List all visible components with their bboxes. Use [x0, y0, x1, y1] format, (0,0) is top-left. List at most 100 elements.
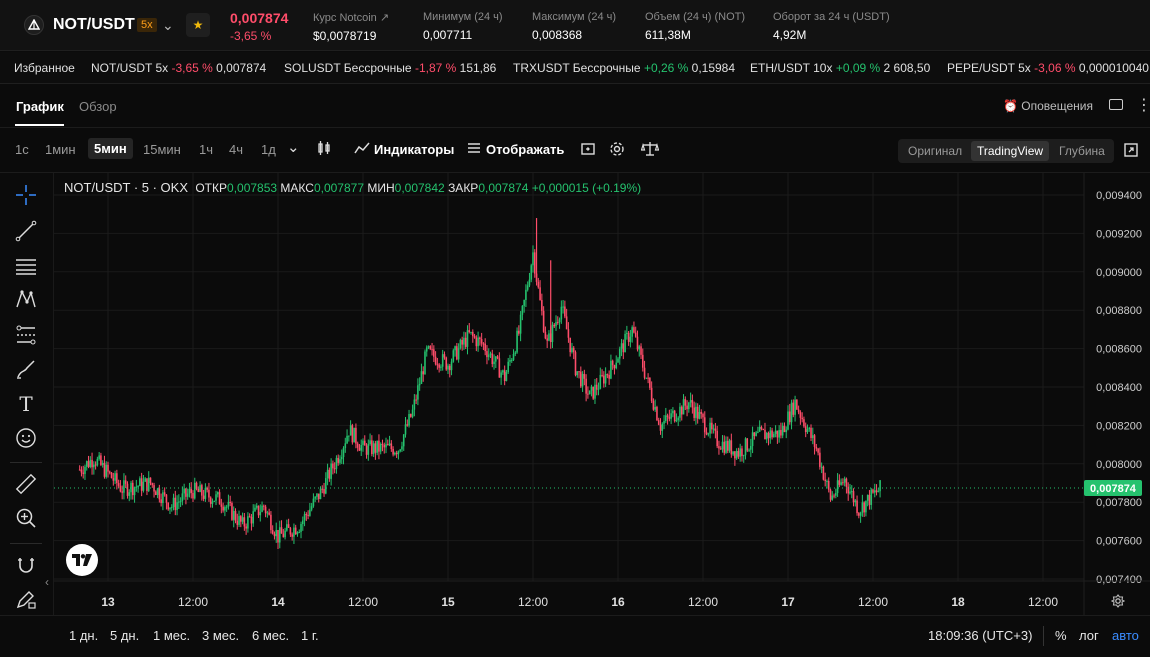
candle-body	[645, 377, 648, 379]
candle-body	[808, 427, 811, 430]
range-5d[interactable]: 5 дн.	[110, 628, 139, 643]
candle-body	[822, 466, 825, 480]
ruler-icon[interactable]	[14, 472, 38, 496]
magnet-icon[interactable]	[14, 553, 38, 577]
timeframe-5min[interactable]: 5мин	[88, 138, 133, 159]
bottom-bar: 1 дн. 5 дн. 1 мес. 3 мес. 6 мес. 1 г. 18…	[0, 615, 1150, 657]
auto-scale-toggle[interactable]: авто	[1112, 628, 1139, 643]
candle-body	[521, 305, 524, 315]
candle-body	[475, 337, 478, 347]
chart-canvas[interactable]: 0,009400 0,009200 0,009000 0,008800 0,008600…	[54, 173, 1150, 615]
external-link-icon[interactable]: ↗	[380, 12, 389, 24]
emoji-icon[interactable]	[14, 426, 38, 450]
candle-body	[126, 483, 129, 496]
gear-icon[interactable]	[609, 141, 625, 161]
range-1d[interactable]: 1 дн.	[69, 628, 98, 643]
indicators-icon[interactable]	[354, 141, 370, 159]
candle-body	[783, 425, 786, 433]
timeframe-1s[interactable]: 1с	[15, 142, 29, 157]
price-chart[interactable]: 0,009400 0,009200 0,009000 0,008800 0,008600…	[54, 173, 1150, 615]
candle-body	[448, 365, 451, 371]
candle-body	[452, 350, 455, 362]
candle-body	[512, 354, 515, 360]
favorite-item[interactable]: ETH/USDT 10x +0,09 % 2 608,50	[750, 61, 930, 75]
favorite-item[interactable]: TRXUSDT Бессрочные +0,26 % 0,15984	[513, 61, 735, 75]
text-tool-icon[interactable]: T	[14, 392, 38, 416]
layout-icon[interactable]	[1109, 99, 1123, 110]
indicators-button[interactable]: Индикаторы	[374, 142, 454, 157]
chevron-down-icon[interactable]: ⌄	[287, 138, 300, 156]
timeframe-1d[interactable]: 1д	[261, 142, 276, 157]
view-original[interactable]: Оригинал	[908, 144, 962, 158]
zoom-in-icon[interactable]	[14, 506, 38, 530]
percent-scale-toggle[interactable]: %	[1055, 628, 1067, 643]
candle-body	[675, 420, 678, 422]
log-scale-toggle[interactable]: лог	[1079, 628, 1099, 643]
chevron-down-icon[interactable]: ⌄	[162, 17, 174, 34]
candle-body	[378, 440, 380, 452]
fib-retracement-icon[interactable]	[14, 323, 38, 347]
favorite-item[interactable]: PEPE/USDT 5x -3,06 % 0,000010040	[947, 61, 1149, 75]
pair-name[interactable]: NOT/USDT	[53, 16, 135, 34]
tab-chart[interactable]: График	[16, 99, 64, 114]
favorites-bar: Избранное NOT/USDT 5x -3,65 % 0,007874 S…	[0, 52, 1150, 84]
candle-body	[167, 502, 170, 510]
pattern-icon[interactable]	[14, 287, 38, 311]
list-icon[interactable]	[467, 141, 481, 159]
candle-body	[532, 252, 534, 266]
candle-body	[376, 440, 378, 453]
favorite-item[interactable]: SOLUSDT Бессрочные -1,87 % 151,86	[284, 61, 496, 75]
range-6m[interactable]: 6 мес.	[252, 628, 289, 643]
candle-body	[603, 375, 605, 384]
chart-settings-icon[interactable]	[1110, 594, 1126, 611]
brush-icon[interactable]	[14, 357, 38, 381]
scale-icon[interactable]	[640, 141, 660, 161]
candle-body	[799, 412, 802, 418]
timeframe-1h[interactable]: 1ч	[199, 142, 213, 157]
alerts-button[interactable]: ⏰ Оповещения	[1003, 99, 1093, 113]
candles-icon[interactable]	[316, 140, 332, 160]
range-3m[interactable]: 3 мес.	[202, 628, 239, 643]
timeframe-1min[interactable]: 1мин	[45, 142, 76, 157]
view-tradingview[interactable]: TradingView	[971, 141, 1050, 161]
tab-overview[interactable]: Обзор	[79, 99, 117, 114]
view-tabs: График Обзор ⏰ Оповещения ⋮	[0, 86, 1150, 128]
display-button[interactable]: Отображать	[486, 142, 564, 157]
collapse-toolbar-icon[interactable]: ‹	[45, 575, 49, 589]
trend-line-icon[interactable]	[14, 219, 38, 243]
candle-body	[656, 407, 658, 421]
fullscreen-icon[interactable]	[1124, 143, 1138, 160]
crosshair-icon[interactable]	[14, 183, 38, 207]
pencil-lock-icon[interactable]	[14, 587, 38, 611]
candle-body	[533, 252, 536, 274]
range-1y[interactable]: 1 г.	[301, 628, 319, 643]
candle-body	[742, 455, 745, 457]
candle-body	[564, 306, 566, 317]
candle-body	[89, 459, 92, 467]
candle-body	[282, 533, 285, 538]
candle-body	[232, 510, 235, 520]
templates-icon[interactable]	[580, 141, 596, 161]
timeframe-4h[interactable]: 4ч	[229, 142, 243, 157]
star-icon[interactable]: ★	[186, 13, 210, 37]
candle-body	[755, 432, 757, 436]
tradingview-logo-icon[interactable]	[66, 544, 98, 576]
chart-clock[interactable]: 18:09:36 (UTC+3)	[928, 628, 1032, 643]
candle-body	[553, 324, 556, 327]
more-vertical-icon[interactable]: ⋮	[1136, 95, 1150, 115]
candle-body	[450, 361, 453, 371]
candle-body	[344, 443, 347, 448]
chart-view-switch: Оригинал TradingView Глубина	[898, 139, 1114, 163]
timeframe-15min[interactable]: 15мин	[143, 142, 181, 157]
candle-body	[193, 482, 196, 499]
candle-body	[326, 469, 329, 479]
horizontal-lines-icon[interactable]	[14, 254, 38, 278]
candle-body	[636, 336, 639, 350]
candle-body	[192, 492, 194, 499]
candle-body	[787, 411, 789, 430]
favorite-item[interactable]: NOT/USDT 5x -3,65 % 0,007874	[91, 61, 266, 75]
range-1m[interactable]: 1 мес.	[153, 628, 190, 643]
view-depth[interactable]: Глубина	[1059, 144, 1105, 158]
candle-body	[647, 377, 649, 379]
candle-body	[369, 440, 371, 444]
